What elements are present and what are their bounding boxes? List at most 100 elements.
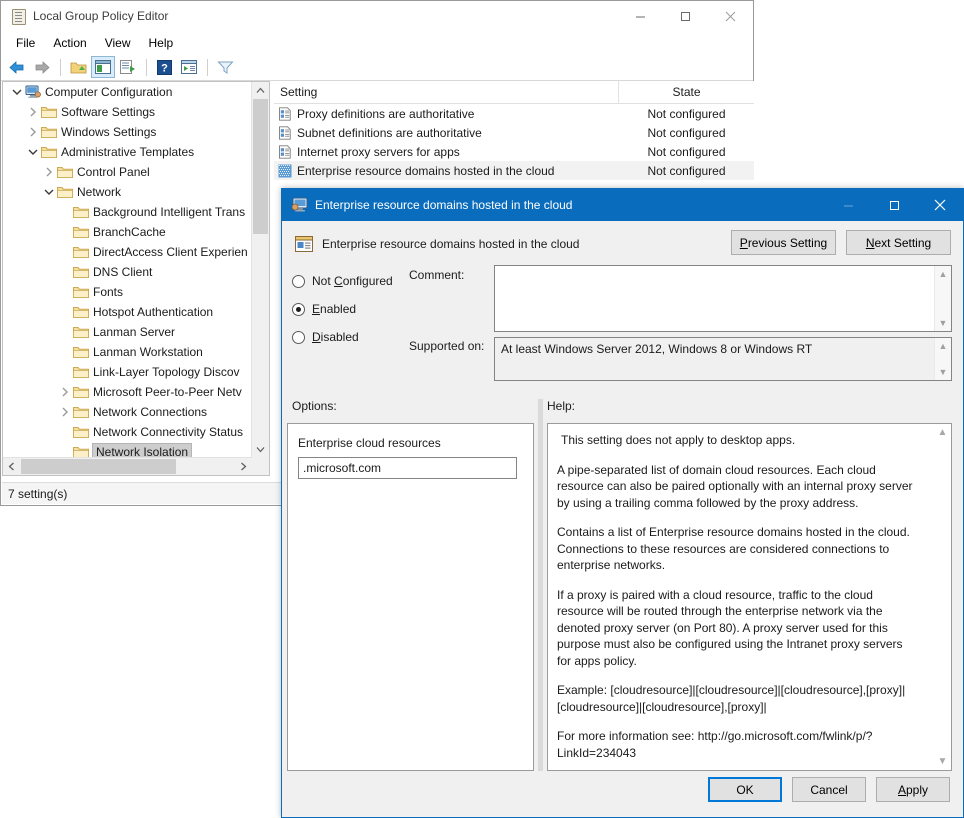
tree-item-directaccess-client-experien[interactable]: DirectAccess Client Experien (3, 242, 253, 262)
status-text: 7 setting(s) (8, 487, 67, 501)
chevron-right-icon[interactable] (41, 164, 57, 180)
scroll-down-icon[interactable]: ▼ (939, 315, 948, 331)
tree-horizontal-scrollbar[interactable] (3, 457, 252, 475)
apply-button[interactable]: Apply (876, 777, 950, 802)
panel-splitter[interactable] (538, 399, 543, 771)
tree-spacer (57, 304, 73, 320)
tree-hscroll-thumb[interactable] (21, 459, 176, 474)
table-row[interactable]: Proxy definitions are authoritativeNot c… (274, 104, 754, 123)
column-header-state[interactable]: State (619, 81, 754, 103)
table-row[interactable]: Enterprise resource domains hosted in th… (274, 161, 754, 180)
maximize-icon[interactable] (871, 189, 917, 221)
menu-help[interactable]: Help (140, 33, 183, 53)
folder-icon (57, 185, 73, 199)
radio-disabled[interactable]: Disabled (292, 323, 422, 351)
close-icon[interactable] (917, 189, 963, 221)
list-column-headers: Setting State (274, 81, 754, 104)
tree-item-windows-settings[interactable]: Windows Settings (3, 122, 253, 142)
chevron-right-icon[interactable] (25, 124, 41, 140)
radio-enabled[interactable]: Enabled (292, 295, 422, 323)
folder-icon (57, 165, 73, 179)
help-scrollbar[interactable]: ▲ ▼ (934, 424, 951, 770)
menu-file[interactable]: File (7, 33, 44, 53)
table-row[interactable]: Internet proxy servers for appsNot confi… (274, 142, 754, 161)
tree-item-label: BranchCache (93, 224, 166, 240)
tree-item-microsoft-peer-to-peer-netv[interactable]: Microsoft Peer-to-Peer Netv (3, 382, 253, 402)
tree-item-fonts[interactable]: Fonts (3, 282, 253, 302)
show-hide-tree-icon[interactable] (91, 56, 115, 78)
menu-action[interactable]: Action (44, 33, 95, 53)
minimize-icon[interactable] (618, 1, 663, 31)
chevron-right-icon[interactable] (57, 404, 73, 420)
tree-spacer (57, 324, 73, 340)
chevron-down-icon[interactable] (25, 144, 41, 160)
policy-setting-selected-icon (278, 164, 292, 178)
tree-item-branchcache[interactable]: BranchCache (3, 222, 253, 242)
scroll-right-icon[interactable] (235, 458, 252, 475)
export-list-icon[interactable] (116, 56, 140, 78)
scroll-up-icon[interactable]: ▲ (939, 266, 948, 282)
chevron-down-icon[interactable] (9, 84, 25, 100)
tree-item-background-intelligent-trans[interactable]: Background Intelligent Trans (3, 202, 253, 222)
screen: Local Group Policy Editor File Action Vi… (0, 0, 964, 818)
tree-item-label: DNS Client (93, 264, 152, 280)
setting-name: Proxy definitions are authoritative (297, 107, 474, 121)
scroll-down-icon[interactable]: ▼ (939, 364, 948, 380)
dialog-action-buttons: OK Cancel Apply (708, 777, 950, 802)
tree-scroll-thumb[interactable] (253, 99, 268, 234)
scroll-up-icon[interactable] (252, 82, 269, 99)
radio-not-configured[interactable]: Not Configured (292, 267, 422, 295)
scroll-down-icon[interactable] (252, 441, 269, 458)
computer-icon (25, 85, 41, 99)
scroll-left-icon[interactable] (3, 458, 20, 475)
table-row[interactable]: Subnet definitions are authoritativeNot … (274, 123, 754, 142)
maximize-icon[interactable] (663, 1, 708, 31)
tree-item-network-connectivity-status[interactable]: Network Connectivity Status (3, 422, 253, 442)
tree-item-administrative-templates[interactable]: Administrative Templates (3, 142, 253, 162)
ok-button[interactable]: OK (708, 777, 782, 802)
supported-scrollbar[interactable]: ▲ ▼ (934, 338, 951, 380)
up-folder-icon[interactable] (66, 56, 90, 78)
window-title: Local Group Policy Editor (33, 9, 168, 23)
help-icon[interactable]: ? (152, 56, 176, 78)
menu-view[interactable]: View (96, 33, 140, 53)
help-label: Help: (547, 399, 575, 413)
tree-item-network[interactable]: Network (3, 182, 253, 202)
enterprise-cloud-resources-input[interactable] (298, 457, 517, 479)
tree-vertical-scrollbar[interactable] (251, 82, 269, 458)
filter-icon[interactable] (213, 56, 237, 78)
tree-item-network-connections[interactable]: Network Connections (3, 402, 253, 422)
tree-item-lanman-server[interactable]: Lanman Server (3, 322, 253, 342)
properties-icon[interactable] (177, 56, 201, 78)
close-icon[interactable] (708, 1, 753, 31)
tree-item-software-settings[interactable]: Software Settings (3, 102, 253, 122)
chevron-right-icon[interactable] (57, 384, 73, 400)
cancel-button[interactable]: Cancel (792, 777, 866, 802)
back-icon[interactable] (5, 56, 29, 78)
tree-item-computer-configuration[interactable]: Computer Configuration (3, 82, 253, 102)
tree-item-hotspot-authentication[interactable]: Hotspot Authentication (3, 302, 253, 322)
tree-item-dns-client[interactable]: DNS Client (3, 262, 253, 282)
scroll-up-icon[interactable]: ▲ (938, 424, 948, 441)
comment-scrollbar[interactable]: ▲ ▼ (934, 266, 951, 331)
forward-icon[interactable] (30, 56, 54, 78)
policy-tree-pane: Computer ConfigurationSoftware SettingsW… (2, 81, 270, 476)
tree-item-control-panel[interactable]: Control Panel (3, 162, 253, 182)
column-header-setting[interactable]: Setting (274, 81, 619, 103)
dialog-body: Enterprise resource domains hosted in th… (282, 221, 963, 817)
tree-item-label: Fonts (93, 284, 123, 300)
scroll-down-icon[interactable]: ▼ (938, 753, 948, 770)
next-setting-button[interactable]: Next Setting (846, 230, 951, 255)
tree-item-label: Lanman Server (93, 324, 175, 340)
tree-item-link-layer-topology-discov[interactable]: Link-Layer Topology Discov (3, 362, 253, 382)
scroll-up-icon[interactable]: ▲ (939, 338, 948, 354)
tree-item-lanman-workstation[interactable]: Lanman Workstation (3, 342, 253, 362)
comment-textarea[interactable]: ▲ ▼ (494, 265, 952, 332)
chevron-right-icon[interactable] (25, 104, 41, 120)
chevron-down-icon[interactable] (41, 184, 57, 200)
tree-scroll-region: Computer ConfigurationSoftware SettingsW… (3, 82, 253, 460)
minimize-icon (825, 189, 871, 221)
previous-setting-button[interactable]: Previous Setting (731, 230, 836, 255)
tree-item-label: Network Connectivity Status (93, 424, 243, 440)
tree-spacer (57, 364, 73, 380)
